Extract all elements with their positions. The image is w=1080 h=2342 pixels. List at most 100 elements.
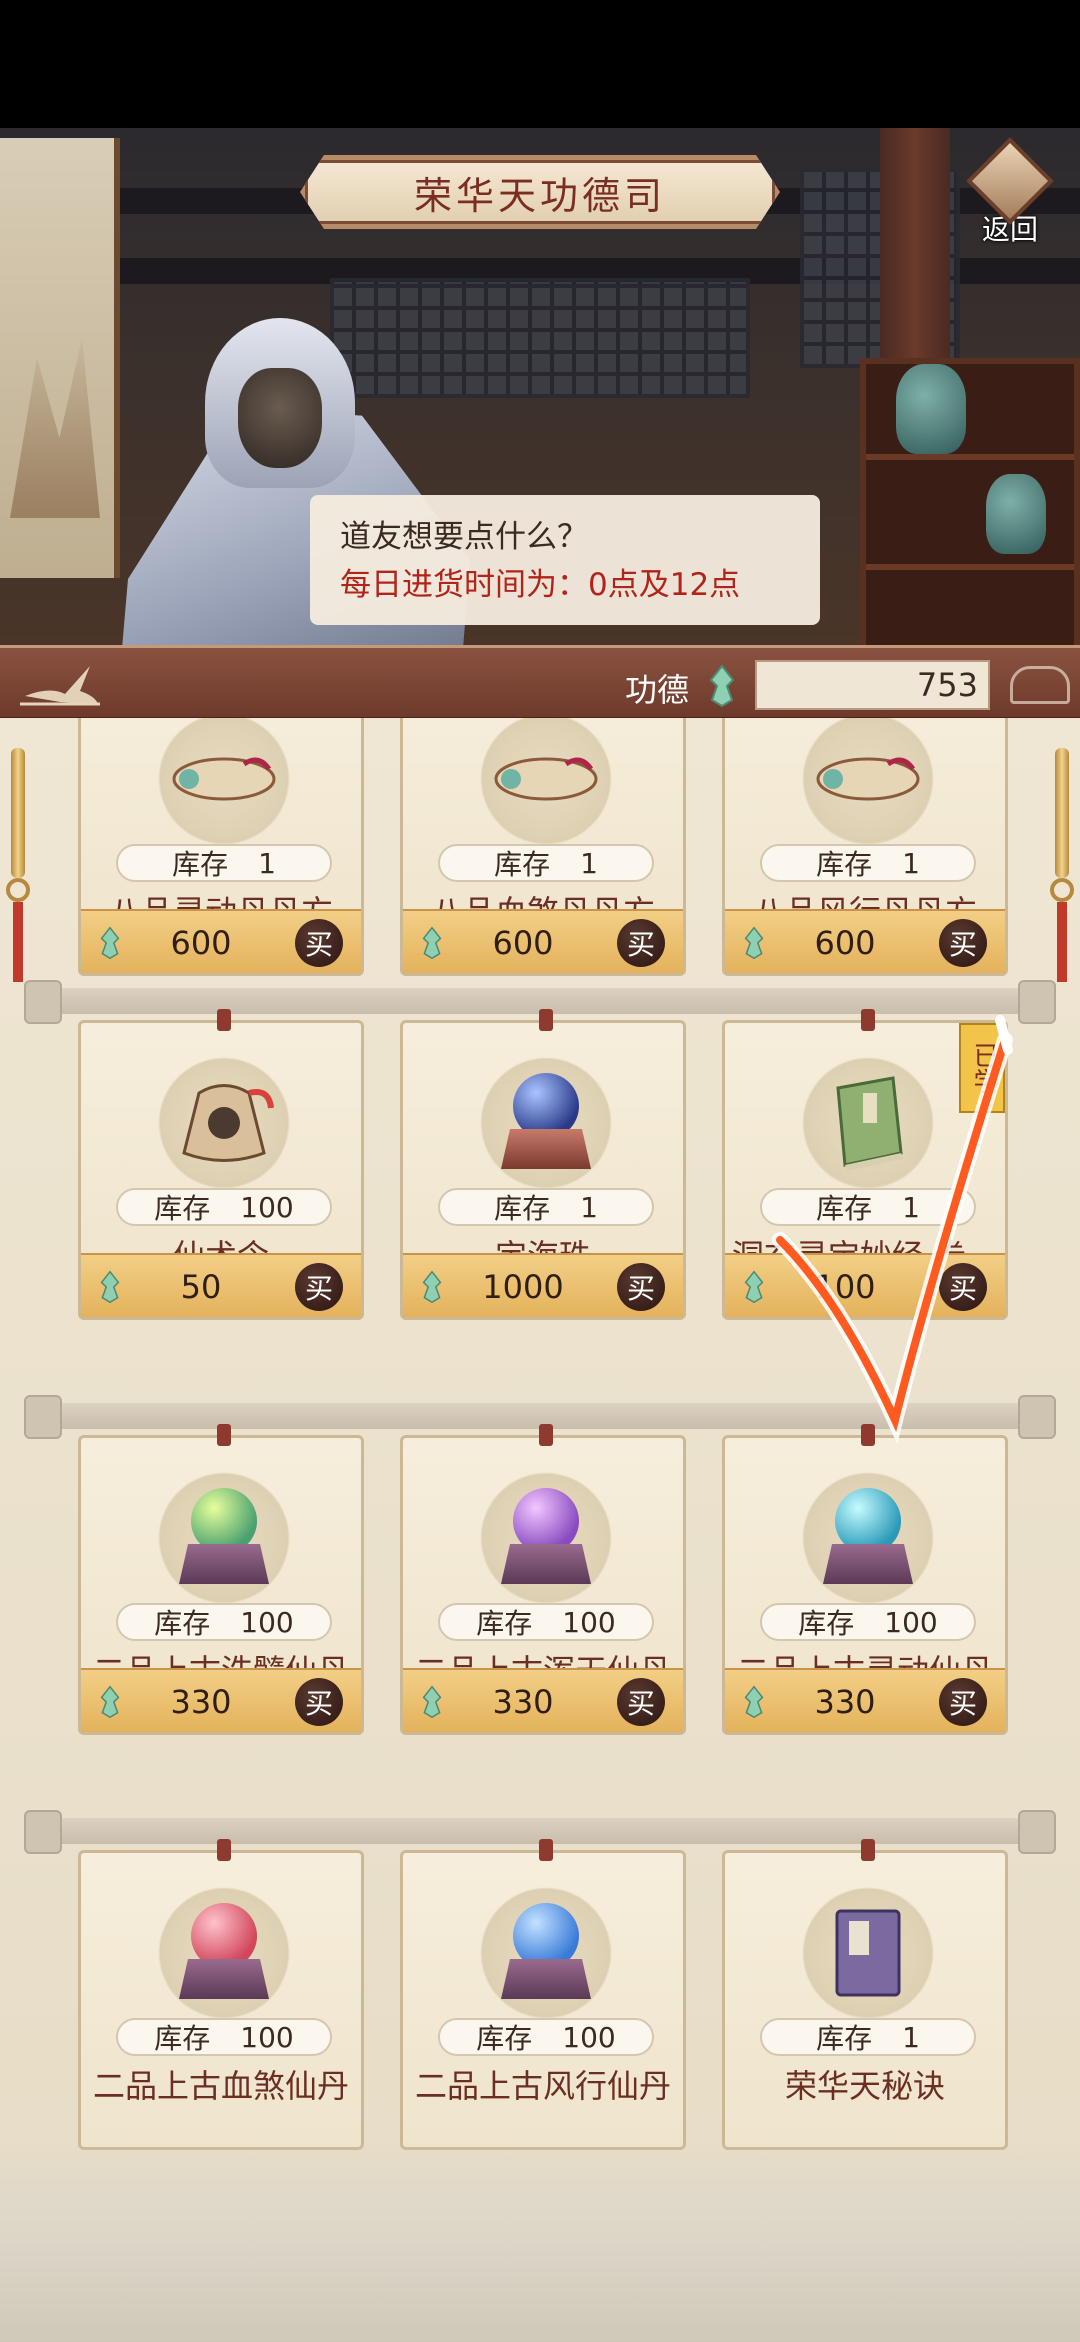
stock-pill: 库存 100 [760,1603,976,1641]
stock-label: 库存 [494,1192,551,1225]
item-name: 荣华天秘诀 [784,2067,945,2105]
blue-pill-orb-icon [466,1883,626,2023]
back-button[interactable]: 返回 [960,137,1060,250]
stock-label: 库存 [172,848,229,881]
buy-button[interactable]: 买 [617,1678,665,1726]
stock-pill: 库存 1 [760,1188,976,1226]
item-price: 50 [180,1268,222,1306]
wall-scroll-painting [0,138,120,578]
price-bar: 600 买 [81,909,361,973]
stock-label: 库存 [816,2022,873,2055]
learned-badge: 已学 [959,1023,1005,1113]
right-tassel-ornament [1050,748,1074,1008]
green-pill-orb-icon [144,1468,304,1608]
stock-pill: 库存 1 [760,844,976,882]
stock-pill: 库存 1 [438,1188,654,1226]
price-bar: 100 买 [725,1253,1005,1317]
shop-item-card[interactable]: 库存1 八品风行丹丹方 600 买 [722,718,1008,976]
immortal-token-icon [144,1053,304,1193]
display-shelf [860,358,1080,648]
stock-count: 100 [884,1605,938,1639]
item-price: 330 [814,1683,876,1721]
buy-button[interactable]: 买 [939,1263,987,1311]
merit-label: 功德 [625,671,690,709]
item-price: 330 [170,1683,232,1721]
shop-item-card[interactable]: 库存100 二品上古灵动仙丹 330 买 [722,1424,1008,1735]
dialog-line-greeting: 道友想要点什么？ [340,519,588,555]
stock-count: 1 [258,846,276,880]
stock-label: 库存 [154,1192,211,1225]
buy-button[interactable]: 买 [295,919,343,967]
jade-merit-icon [709,664,735,708]
stock-label: 库存 [816,848,873,881]
shop-item-card[interactable]: 已学 库存1 洞玄灵宝妙经·卷一 100 买 [722,1009,1008,1320]
dialog-line-restock-time: 每日进货时间为：0点及12点 [340,567,741,603]
shop-item-card[interactable]: 库存100 仙术令 50 买 [78,1009,364,1320]
scripture-book-icon [788,1053,948,1193]
stock-pill: 库存 100 [116,2018,332,2056]
item-name: 二品上古血煞仙丹 [92,2067,349,2105]
price-bar: 330 买 [403,1668,683,1732]
scroll-recipe-icon [788,718,948,849]
shop-item-card[interactable]: 库存100 二品上古洗髓仙丹 330 买 [78,1424,364,1735]
stock-count: 1 [580,846,598,880]
stock-count: 1 [902,846,920,880]
price-bar: 1000 买 [403,1253,683,1317]
stock-count: 1 [902,2020,920,2054]
stock-count: 1 [902,1190,920,1224]
buy-button[interactable]: 买 [617,919,665,967]
stock-label: 库存 [476,2022,533,2055]
scroll-recipe-icon [144,718,304,849]
shop-item-card[interactable]: 库存 1 荣华天秘诀 [722,1839,1008,2150]
stock-pill: 库存 1 [760,2018,976,2056]
item-name: 二品上古风行仙丹 [414,2067,671,2105]
shop-item-card[interactable]: 库存1 八品血煞丹丹方 600 买 [400,718,686,976]
stock-count: 100 [562,2020,616,2054]
buy-button[interactable]: 买 [939,1678,987,1726]
purple-pill-orb-icon [466,1468,626,1608]
shop-item-card[interactable]: 库存100 二品上古浑天仙丹 330 买 [400,1424,686,1735]
buy-button[interactable]: 买 [295,1263,343,1311]
stock-pill: 库存 1 [116,844,332,882]
red-pill-orb-icon [144,1883,304,2023]
left-tassel-ornament [6,748,30,1008]
shop-item-card[interactable]: 库存 100 二品上古血煞仙丹 [78,1839,364,2150]
merit-value: 753 [755,660,990,710]
shop-item-grid[interactable]: 库存1 八品灵动丹丹方 600 买 库存1 八品血煞丹丹方 600 买 库存1 … [0,718,1080,2342]
stock-label: 库存 [476,1607,533,1640]
price-bar: 600 买 [403,909,683,973]
shop-item-card[interactable]: 库存 100 二品上古风行仙丹 [400,1839,686,2150]
item-price: 100 [814,1268,876,1306]
stock-label: 库存 [494,848,551,881]
page-title-plaque: 荣华天功德司 [300,155,780,229]
secret-manual-book-icon [788,1883,948,2023]
stock-pill: 库存 100 [438,2018,654,2056]
stock-pill: 库存 100 [116,1188,332,1226]
stock-pill: 库存 100 [438,1603,654,1641]
item-price: 600 [170,924,232,962]
buy-button[interactable]: 买 [295,1678,343,1726]
buy-button[interactable]: 买 [617,1263,665,1311]
stock-count: 100 [240,1605,294,1639]
item-price: 1000 [482,1268,564,1306]
status-bar-area [0,0,1080,128]
stock-label: 库存 [154,1607,211,1640]
shop-item-card[interactable]: 库存1 定海珠 1000 买 [400,1009,686,1320]
item-price: 600 [814,924,876,962]
stock-count: 100 [240,2020,294,2054]
npc-dialog-bubble: 道友想要点什么？ 每日进货时间为：0点及12点 [310,495,820,625]
item-price: 600 [492,924,554,962]
cloud-ornament-icon [1010,666,1070,704]
price-bar: 600 买 [725,909,1005,973]
price-bar: 330 买 [725,1668,1005,1732]
shop-item-card[interactable]: 库存1 八品灵动丹丹方 600 买 [78,718,364,976]
stock-count: 1 [580,1190,598,1224]
merit-currency-bar: 功德 753 [0,645,1080,720]
stock-label: 库存 [154,2022,211,2055]
stock-pill: 库存 100 [116,1603,332,1641]
stock-count: 100 [240,1190,294,1224]
stock-pill: 库存 1 [438,844,654,882]
buy-button[interactable]: 买 [939,919,987,967]
item-price: 330 [492,1683,554,1721]
stock-count: 100 [562,1605,616,1639]
